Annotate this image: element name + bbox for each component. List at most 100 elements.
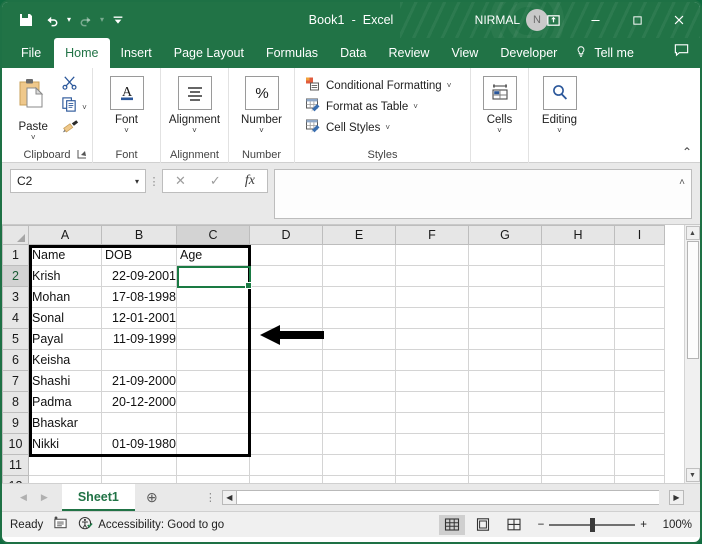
row-header-6[interactable]: 6 bbox=[2, 349, 29, 371]
cell-A4[interactable]: Sonal bbox=[28, 307, 102, 329]
formula-input[interactable]: ˄ bbox=[274, 169, 692, 219]
cell-G7[interactable] bbox=[468, 370, 542, 392]
cell-C9[interactable] bbox=[176, 412, 250, 434]
cell-G1[interactable] bbox=[468, 244, 542, 266]
chevron-down-icon[interactable]: ▾ bbox=[135, 177, 139, 186]
copy-dropdown-caret[interactable]: ˅ bbox=[82, 103, 87, 112]
cell-H4[interactable] bbox=[541, 307, 615, 329]
format-as-table-caret[interactable]: ˅ bbox=[413, 102, 418, 111]
cell-I4[interactable] bbox=[614, 307, 665, 329]
row-header-4[interactable]: 4 bbox=[2, 307, 29, 329]
cancel-icon[interactable]: ✕ bbox=[175, 173, 186, 189]
row-header-2[interactable]: 2 bbox=[2, 265, 29, 287]
scroll-down-icon[interactable]: ▼ bbox=[685, 468, 700, 482]
cell-C4[interactable] bbox=[176, 307, 250, 329]
cell-C11[interactable] bbox=[176, 454, 250, 476]
cell-B6[interactable] bbox=[101, 349, 177, 371]
cell-D1[interactable] bbox=[249, 244, 323, 266]
cell-H3[interactable] bbox=[541, 286, 615, 308]
normal-view-icon[interactable] bbox=[438, 514, 465, 535]
row-header-5[interactable]: 5 bbox=[2, 328, 29, 350]
cell-E9[interactable] bbox=[322, 412, 396, 434]
column-header-i[interactable]: I bbox=[614, 225, 665, 245]
cell-A12[interactable] bbox=[28, 475, 102, 483]
row-header-11[interactable]: 11 bbox=[2, 454, 29, 476]
paste-dropdown-caret[interactable]: ˅ bbox=[31, 133, 36, 142]
accessibility-status[interactable]: Accessibility: Good to go bbox=[78, 516, 224, 534]
cell-H5[interactable] bbox=[541, 328, 615, 350]
tab-formulas[interactable]: Formulas bbox=[255, 38, 329, 68]
cell-D10[interactable] bbox=[249, 433, 323, 455]
row-header-12[interactable]: 12 bbox=[2, 475, 29, 483]
cell-G4[interactable] bbox=[468, 307, 542, 329]
tab-developer[interactable]: Developer bbox=[489, 38, 568, 68]
cell-A8[interactable]: Padma bbox=[28, 391, 102, 413]
cell-D12[interactable] bbox=[249, 475, 323, 483]
cell-E10[interactable] bbox=[322, 433, 396, 455]
tab-review[interactable]: Review bbox=[377, 38, 440, 68]
column-header-d[interactable]: D bbox=[249, 225, 323, 245]
cell-A1[interactable]: Name bbox=[28, 244, 102, 266]
collapse-ribbon-icon[interactable]: ⌃ bbox=[682, 145, 692, 159]
cell-E8[interactable] bbox=[322, 391, 396, 413]
cell-F7[interactable] bbox=[395, 370, 469, 392]
grid-cells-area[interactable]: A B C D E F G H I 1 Name DOB Age 2 Krish… bbox=[2, 225, 684, 483]
alignment-dropdown-caret[interactable]: ˅ bbox=[192, 126, 197, 135]
format-painter-button[interactable] bbox=[59, 119, 87, 139]
cell-F3[interactable] bbox=[395, 286, 469, 308]
cell-D2[interactable] bbox=[249, 265, 323, 287]
cell-B1[interactable]: DOB bbox=[101, 244, 177, 266]
hscroll-left-icon[interactable]: ◀ bbox=[221, 490, 237, 505]
zoom-level-label[interactable]: 100% bbox=[652, 519, 692, 531]
vertical-scroll-thumb[interactable] bbox=[686, 241, 699, 359]
column-header-b[interactable]: B bbox=[101, 225, 177, 245]
cell-E2[interactable] bbox=[322, 265, 396, 287]
cell-F6[interactable] bbox=[395, 349, 469, 371]
column-header-g[interactable]: G bbox=[468, 225, 542, 245]
cell-F4[interactable] bbox=[395, 307, 469, 329]
sheet-next-icon[interactable]: ▶ bbox=[41, 492, 48, 503]
cell-G5[interactable] bbox=[468, 328, 542, 350]
cell-E1[interactable] bbox=[322, 244, 396, 266]
cut-button[interactable] bbox=[59, 75, 87, 95]
number-dropdown-caret[interactable]: ˅ bbox=[259, 126, 264, 135]
undo-icon[interactable] bbox=[40, 7, 64, 33]
font-dropdown-caret[interactable]: ˅ bbox=[124, 126, 129, 135]
cell-G6[interactable] bbox=[468, 349, 542, 371]
expand-formula-bar-icon[interactable]: ˄ bbox=[679, 177, 685, 188]
cell-A2[interactable]: Krish bbox=[28, 265, 102, 287]
cell-D6[interactable] bbox=[249, 349, 323, 371]
page-layout-icon[interactable] bbox=[470, 515, 496, 535]
zoom-track[interactable] bbox=[549, 517, 636, 532]
cell-F10[interactable] bbox=[395, 433, 469, 455]
tab-page-layout[interactable]: Page Layout bbox=[163, 38, 255, 68]
cell-E4[interactable] bbox=[322, 307, 396, 329]
editing-dropdown-caret[interactable]: ˅ bbox=[557, 126, 562, 135]
page-break-icon[interactable] bbox=[501, 515, 527, 535]
cell-F9[interactable] bbox=[395, 412, 469, 434]
cell-C3[interactable] bbox=[176, 286, 250, 308]
cell-H7[interactable] bbox=[541, 370, 615, 392]
column-header-f[interactable]: F bbox=[395, 225, 469, 245]
cell-E5[interactable] bbox=[322, 328, 396, 350]
cell-H2[interactable] bbox=[541, 265, 615, 287]
cell-C5[interactable] bbox=[176, 328, 250, 350]
ribbon-display-options-icon[interactable] bbox=[532, 2, 574, 38]
undo-dropdown-caret[interactable]: ▾ bbox=[67, 16, 71, 24]
conditional-formatting-caret[interactable]: ˅ bbox=[447, 81, 452, 90]
cell-E3[interactable] bbox=[322, 286, 396, 308]
cell-styles-button[interactable]: Cell Styles ˅ bbox=[301, 117, 394, 138]
select-all-corner[interactable] bbox=[2, 225, 29, 245]
cell-B3[interactable]: 17-08-1998 bbox=[101, 286, 177, 308]
cell-I3[interactable] bbox=[614, 286, 665, 308]
hscroll-right-icon[interactable]: ▶ bbox=[669, 490, 684, 505]
paste-button[interactable]: Paste ˅ bbox=[7, 72, 59, 142]
cell-F8[interactable] bbox=[395, 391, 469, 413]
cell-I9[interactable] bbox=[614, 412, 665, 434]
cell-H8[interactable] bbox=[541, 391, 615, 413]
cell-C10[interactable] bbox=[176, 433, 250, 455]
horizontal-scroll-track[interactable] bbox=[236, 490, 659, 505]
row-header-10[interactable]: 10 bbox=[2, 433, 29, 455]
zoom-slider[interactable]: − + bbox=[538, 517, 647, 532]
cell-B5[interactable]: 11-09-1999 bbox=[101, 328, 177, 350]
